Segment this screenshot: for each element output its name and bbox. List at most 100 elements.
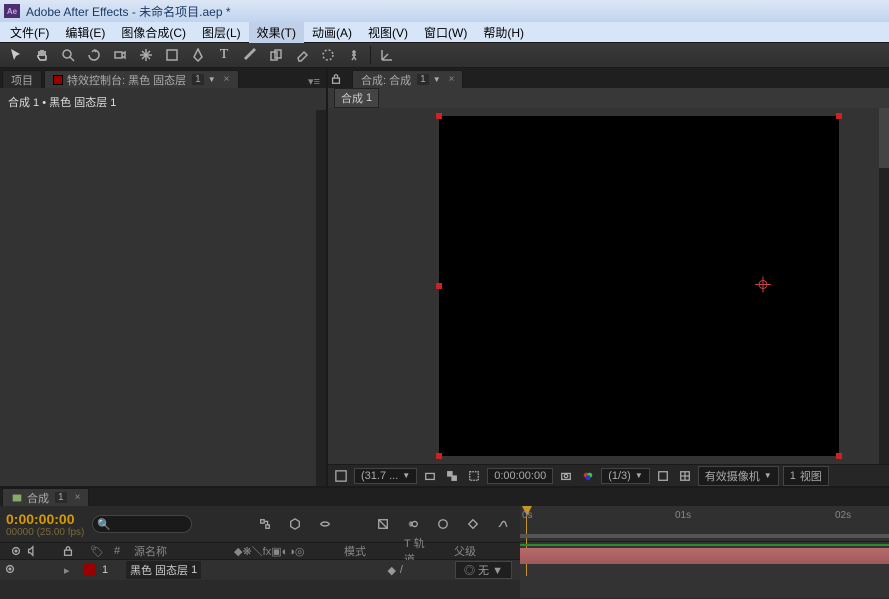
handle-bl[interactable] bbox=[436, 453, 442, 459]
tool-rotate[interactable] bbox=[82, 44, 106, 66]
col-switches[interactable]: ◆❋＼fx▣◐◑◎ bbox=[228, 543, 338, 559]
resolution-icon[interactable] bbox=[421, 468, 439, 484]
resolution-dropdown[interactable]: (1/3)▼ bbox=[601, 468, 650, 484]
menu-edit[interactable]: 编辑(E) bbox=[57, 22, 113, 43]
layer-color-swatch[interactable] bbox=[84, 564, 96, 576]
scrollbar-thumb[interactable] bbox=[879, 108, 889, 168]
search-input[interactable]: 🔍 bbox=[92, 515, 192, 533]
composition-viewer[interactable] bbox=[328, 108, 889, 464]
menu-animation[interactable]: 动画(A) bbox=[304, 22, 360, 43]
lock-icon[interactable] bbox=[330, 73, 350, 88]
layer-number: 1 bbox=[102, 564, 116, 576]
tool-zoom[interactable] bbox=[56, 44, 80, 66]
rulers-icon[interactable] bbox=[332, 468, 350, 484]
col-number[interactable]: # bbox=[108, 545, 128, 557]
col-parent[interactable]: 父级 bbox=[448, 543, 482, 559]
tab-effect-controls[interactable]: 特效控制台: 黑色 固态层 1 ▼ × bbox=[44, 70, 239, 88]
zoom-dropdown[interactable]: (31.7 ...▼ bbox=[354, 468, 417, 484]
time-ruler[interactable]: 0s 01s 02s bbox=[520, 506, 889, 542]
grid-icon[interactable] bbox=[676, 468, 694, 484]
menu-file[interactable]: 文件(F) bbox=[2, 22, 57, 43]
close-icon[interactable]: × bbox=[75, 492, 81, 503]
composition-canvas[interactable] bbox=[439, 116, 839, 456]
chevron-down-icon[interactable]: ▼ bbox=[433, 75, 441, 84]
parent-dropdown[interactable]: ◎ 无 ▼ bbox=[455, 561, 512, 579]
views-label: 视图 bbox=[800, 468, 822, 484]
mask-icon[interactable] bbox=[465, 468, 483, 484]
handle-ml[interactable] bbox=[436, 283, 442, 289]
tool-brush[interactable] bbox=[238, 44, 262, 66]
timeline-layer-row[interactable]: ▸ 1 黑色 固态层 1 ◆/ ◎ 无 ▼ bbox=[0, 560, 520, 580]
menu-effect[interactable]: 效果(T) bbox=[249, 22, 304, 43]
motion-blur-icon[interactable] bbox=[402, 514, 424, 534]
handle-tr[interactable] bbox=[836, 113, 842, 119]
menu-help[interactable]: 帮助(H) bbox=[475, 22, 532, 43]
close-icon[interactable]: × bbox=[449, 74, 455, 85]
close-icon[interactable]: × bbox=[224, 74, 230, 85]
timeline-tab[interactable]: 合成 1 × bbox=[2, 488, 89, 506]
layer-switches[interactable]: ◆/ ◎ 无 ▼ bbox=[387, 561, 512, 579]
col-source-name[interactable]: 源名称 bbox=[128, 543, 228, 559]
draft-3d-icon[interactable] bbox=[284, 514, 306, 534]
tool-camera[interactable] bbox=[108, 44, 132, 66]
anchor-point-icon[interactable] bbox=[755, 277, 771, 296]
viewer-scrollbar[interactable] bbox=[879, 108, 889, 464]
right-panel-tabs: 合成: 合成 1 ▼ × bbox=[328, 68, 889, 88]
comp-flowchart-icon[interactable] bbox=[254, 514, 276, 534]
tool-eraser[interactable] bbox=[290, 44, 314, 66]
menu-window[interactable]: 窗口(W) bbox=[416, 22, 475, 43]
main-area: 项目 特效控制台: 黑色 固态层 1 ▼ × ▾≡ 合成 1 • 黑色 固态层 … bbox=[0, 68, 889, 486]
tool-pen[interactable] bbox=[186, 44, 210, 66]
scrollbar[interactable] bbox=[316, 110, 326, 486]
comp-name: 合成 bbox=[341, 90, 363, 106]
ruler-tick: 0s bbox=[522, 510, 533, 521]
right-panel: 合成: 合成 1 ▼ × 合成 1 (31 bbox=[328, 68, 889, 486]
tool-pan-behind[interactable] bbox=[134, 44, 158, 66]
camera-dropdown[interactable]: 有效摄像机▼ bbox=[698, 466, 779, 486]
frame-blend-icon[interactable] bbox=[372, 514, 394, 534]
comp-icon bbox=[11, 492, 23, 504]
region-icon[interactable] bbox=[654, 468, 672, 484]
channel-icon[interactable] bbox=[579, 468, 597, 484]
hide-shy-icon[interactable] bbox=[314, 514, 336, 534]
handle-br[interactable] bbox=[836, 453, 842, 459]
tab-project[interactable]: 项目 bbox=[2, 70, 42, 88]
chevron-down-icon[interactable]: ▼ bbox=[208, 75, 216, 84]
views-dropdown[interactable]: 1 视图 bbox=[783, 466, 829, 486]
layer-tracks bbox=[520, 542, 889, 582]
handle-tl[interactable] bbox=[436, 113, 442, 119]
tool-selection[interactable] bbox=[4, 44, 28, 66]
panel-menu-icon[interactable]: ▾≡ bbox=[308, 75, 320, 88]
comp-mini-tab[interactable]: 合成 1 bbox=[334, 88, 379, 108]
twirl-icon[interactable]: ▸ bbox=[64, 564, 78, 577]
tool-text[interactable]: T bbox=[212, 44, 236, 66]
tab-composition[interactable]: 合成: 合成 1 ▼ × bbox=[352, 70, 463, 88]
current-time[interactable]: 0:00:00:00 bbox=[487, 468, 553, 484]
tool-local-axis[interactable] bbox=[375, 44, 399, 66]
tool-roto[interactable] bbox=[316, 44, 340, 66]
layer-duration-bar[interactable] bbox=[520, 548, 889, 564]
layer-name[interactable]: 黑色 固态层 1 bbox=[126, 561, 201, 579]
tool-hand[interactable] bbox=[30, 44, 54, 66]
tool-shape[interactable] bbox=[160, 44, 184, 66]
visibility-toggle[interactable] bbox=[4, 563, 20, 578]
menu-composition[interactable]: 图像合成(C) bbox=[113, 22, 194, 43]
graph-editor-icon[interactable] bbox=[492, 514, 514, 534]
views-count: 1 bbox=[790, 470, 796, 482]
col-lock[interactable] bbox=[56, 545, 84, 557]
col-mode[interactable]: 模式 bbox=[338, 543, 398, 559]
menu-layer[interactable]: 图层(L) bbox=[194, 22, 249, 43]
brainstorm-icon[interactable] bbox=[432, 514, 454, 534]
tab-project-label: 项目 bbox=[11, 72, 33, 88]
menu-view[interactable]: 视图(V) bbox=[360, 22, 416, 43]
snapshot-icon[interactable] bbox=[557, 468, 575, 484]
tool-puppet[interactable] bbox=[342, 44, 366, 66]
timecode-display[interactable]: 0:00:00:00 bbox=[6, 511, 84, 527]
col-av[interactable] bbox=[4, 545, 56, 557]
auto-keyframe-icon[interactable] bbox=[462, 514, 484, 534]
timeline-track-area[interactable]: 0s 01s 02s bbox=[520, 506, 889, 598]
transparency-grid-icon[interactable] bbox=[443, 468, 461, 484]
tool-clone[interactable] bbox=[264, 44, 288, 66]
work-area-bar[interactable] bbox=[520, 534, 889, 538]
col-label[interactable]: 🏷 bbox=[84, 545, 108, 558]
